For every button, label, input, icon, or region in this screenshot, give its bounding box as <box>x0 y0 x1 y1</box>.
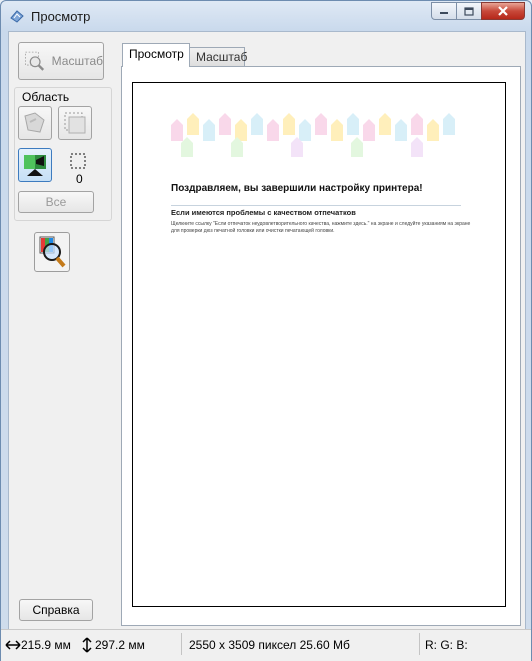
color-magnifier-icon <box>39 236 66 268</box>
tab-zoom[interactable]: Масштаб <box>189 47 248 66</box>
all-button[interactable]: Все <box>18 191 94 213</box>
marquee-small-icon <box>70 153 86 169</box>
printer-color-banner <box>171 113 455 157</box>
height-arrow-icon <box>82 637 92 653</box>
preview-image[interactable]: Поздравляем, вы завершили настройку прин… <box>132 82 506 607</box>
zoom-button-label: Масштаб <box>51 54 103 68</box>
window-title: Просмотр <box>31 9 91 24</box>
color-zoom-button[interactable] <box>34 232 70 272</box>
document-divider <box>171 205 461 206</box>
zoom-button[interactable]: Масштаб <box>18 42 104 80</box>
document-subheading: Если имеются проблемы с качеством отпеча… <box>171 208 356 217</box>
zoom-icon <box>25 51 45 71</box>
backlight-correction-button[interactable] <box>18 148 52 182</box>
backlight-icon <box>24 155 46 176</box>
status-pixel-info: 2550 x 3509 пиксел 25.60 Мб <box>189 638 350 652</box>
caption-buttons <box>431 2 525 20</box>
status-width: 215.9 мм <box>21 638 71 652</box>
title-bar[interactable]: Просмотр <box>1 1 531 31</box>
tab-zoom-label: Масштаб <box>196 50 248 64</box>
width-arrow-icon <box>5 640 21 650</box>
app-icon <box>10 10 24 23</box>
tab-preview[interactable]: Просмотр <box>122 43 190 67</box>
minimize-button[interactable] <box>431 2 457 20</box>
preview-panel: Поздравляем, вы завершили настройку прин… <box>121 66 521 626</box>
help-button-label: Справка <box>32 603 80 617</box>
close-icon <box>498 6 508 16</box>
auto-locate-icon <box>24 112 45 133</box>
document-heading: Поздравляем, вы завершили настройку прин… <box>171 183 423 194</box>
marquee-button[interactable] <box>58 106 92 140</box>
preview-window: Просмотр Масштаб Область 0 Все Просмотр … <box>0 0 532 661</box>
minimize-icon <box>440 12 448 14</box>
marquee-icon <box>64 112 86 134</box>
status-divider <box>419 633 420 655</box>
marquee-count: 0 <box>76 172 83 186</box>
maximize-icon <box>464 6 474 16</box>
close-button[interactable] <box>481 2 525 20</box>
status-rgb: R: G: B: <box>425 638 468 652</box>
auto-locate-button[interactable] <box>18 106 52 140</box>
status-height: 297.2 мм <box>95 638 145 652</box>
status-divider <box>181 633 182 655</box>
maximize-button[interactable] <box>456 2 482 20</box>
status-bar: 215.9 мм 297.2 мм 2550 x 3509 пиксел 25.… <box>1 629 531 661</box>
client-area: Масштаб Область 0 Все Просмотр Масштаб П… <box>8 31 526 630</box>
left-toolbar: Масштаб Область 0 Все <box>13 36 112 221</box>
tab-preview-label: Просмотр <box>129 47 184 61</box>
area-group-label: Область <box>20 90 72 104</box>
all-button-label: Все <box>45 195 67 209</box>
document-body: Щелкните ссылку "Если отпечаток неудовле… <box>171 221 471 234</box>
help-button[interactable]: Справка <box>19 599 93 621</box>
